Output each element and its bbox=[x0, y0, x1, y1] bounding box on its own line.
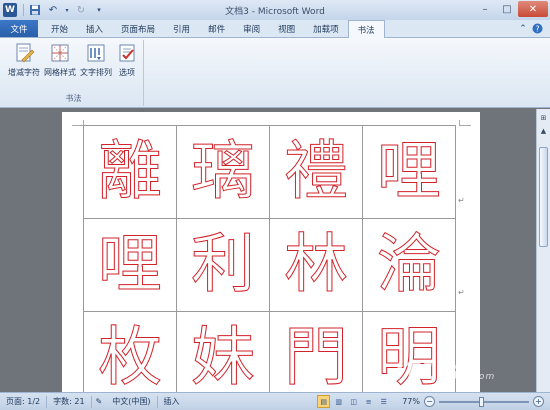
calligraphy-char: 林 bbox=[284, 228, 349, 302]
grid-cell[interactable]: 林 bbox=[269, 218, 363, 312]
full-screen-reading-icon[interactable]: ▥ bbox=[332, 395, 345, 408]
tab-calligraphy[interactable]: 书法 bbox=[347, 20, 385, 38]
paragraph-mark-icon: ↵ bbox=[458, 288, 465, 297]
ribbon: 增减字符 网格样式 文字排列 选项 书法 bbox=[0, 38, 550, 108]
word-app-icon[interactable]: W bbox=[2, 2, 18, 18]
grid-cell[interactable]: 哩 bbox=[362, 125, 456, 219]
title-bar: W ↶ ▾ ↻ ▾ 文档3 - Microsoft Word – □ ✕ bbox=[0, 0, 550, 20]
grid-cell[interactable]: 妹 bbox=[176, 311, 270, 392]
options-label: 选项 bbox=[119, 68, 135, 77]
calligraphy-grid: 離 璃 禮 哩 哩 利 林 淪 枚 妹 門 明 bbox=[83, 125, 456, 392]
watermark-text: IT168 bbox=[395, 360, 470, 385]
page-count[interactable]: 页面: 1/2 bbox=[0, 396, 46, 407]
options-button[interactable]: 选项 bbox=[114, 40, 140, 80]
svg-text:?: ? bbox=[535, 24, 539, 33]
text-arrange-label: 文字排列 bbox=[80, 68, 112, 77]
document-page[interactable]: 離 璃 禮 哩 哩 利 林 淪 枚 妹 門 明 ↵ ↵ bbox=[62, 112, 480, 392]
zoom-slider-knob[interactable] bbox=[479, 396, 484, 407]
grid-cell[interactable]: 利 bbox=[176, 218, 270, 312]
calligraphy-char: 淪 bbox=[377, 228, 442, 302]
undo-dropdown-icon[interactable]: ▾ bbox=[63, 2, 71, 18]
grid-cell[interactable]: 淪 bbox=[362, 218, 456, 312]
calligraphy-char: 禮 bbox=[284, 135, 349, 209]
calligraphy-char: 離 bbox=[98, 135, 163, 209]
tab-page-layout[interactable]: 页面布局 bbox=[112, 20, 164, 37]
tab-home[interactable]: 开始 bbox=[42, 20, 77, 37]
save-icon[interactable] bbox=[27, 2, 43, 18]
tab-view[interactable]: 视图 bbox=[269, 20, 304, 37]
grid-cell[interactable]: 璃 bbox=[176, 125, 270, 219]
draft-icon[interactable]: ☰ bbox=[377, 395, 390, 408]
calligraphy-char: 哩 bbox=[98, 228, 163, 302]
status-bar: 页面: 1/2 字数: 21 ✎ 中文(中国) 插入 ▤ ▥ ◫ ≡ ☰ 77%… bbox=[0, 392, 550, 410]
grid-style-icon bbox=[51, 44, 69, 62]
zoom-slider[interactable] bbox=[439, 396, 529, 407]
vertical-scrollbar[interactable]: ⊞ ▲ bbox=[536, 109, 550, 392]
help-icon[interactable]: ? bbox=[530, 22, 544, 36]
redo-icon[interactable]: ↻ bbox=[73, 2, 89, 18]
add-remove-chars-icon bbox=[16, 43, 35, 63]
scrollbar-thumb[interactable] bbox=[539, 147, 548, 247]
web-layout-icon[interactable]: ◫ bbox=[347, 395, 360, 408]
tab-add-ins[interactable]: 加载项 bbox=[304, 20, 348, 37]
word-count[interactable]: 字数: 21 bbox=[47, 396, 90, 407]
scroll-up-icon[interactable]: ▲ bbox=[537, 124, 550, 137]
tab-references[interactable]: 引用 bbox=[164, 20, 199, 37]
view-and-zoom: ▤ ▥ ◫ ≡ ☰ 77% − + bbox=[317, 395, 550, 408]
customize-qat-icon[interactable]: ▾ bbox=[91, 2, 107, 18]
maximize-button[interactable]: □ bbox=[496, 1, 518, 17]
ribbon-tab-bar: 文件 开始 插入 页面布局 引用 邮件 审阅 视图 加载项 书法 ⌃ ? bbox=[0, 20, 550, 38]
text-arrange-button[interactable]: 文字排列 bbox=[78, 40, 114, 80]
grid-cell[interactable]: 枚 bbox=[83, 311, 177, 392]
outline-icon[interactable]: ≡ bbox=[362, 395, 375, 408]
calligraphy-char: 門 bbox=[284, 321, 349, 392]
calligraphy-char: 璃 bbox=[191, 135, 256, 209]
language-indicator[interactable]: 中文(中国) bbox=[106, 396, 156, 407]
calligraphy-char: 枚 bbox=[98, 321, 163, 392]
zoom-out-button[interactable]: − bbox=[424, 396, 435, 407]
ruler-toggle-icon[interactable]: ⊞ bbox=[537, 111, 550, 124]
grid-row: 哩 利 林 淪 bbox=[83, 218, 456, 312]
ribbon-group-calligraphy: 增减字符 网格样式 文字排列 选项 书法 bbox=[4, 40, 144, 106]
insert-mode[interactable]: 插入 bbox=[158, 396, 186, 407]
undo-icon[interactable]: ↶ bbox=[45, 2, 61, 18]
ribbon-group-label: 书法 bbox=[65, 94, 82, 103]
print-layout-icon[interactable]: ▤ bbox=[317, 395, 331, 408]
grid-style-label: 网格样式 bbox=[44, 68, 76, 77]
window-controls: – □ ✕ bbox=[474, 1, 548, 17]
proofing-icon[interactable]: ✎ bbox=[92, 397, 107, 406]
grid-cell[interactable]: 離 bbox=[83, 125, 177, 219]
grid-cell[interactable]: 門 bbox=[269, 311, 363, 392]
options-icon bbox=[119, 44, 135, 62]
paragraph-mark-icon: ↵ bbox=[458, 196, 465, 205]
close-button[interactable]: ✕ bbox=[518, 1, 548, 17]
site-watermark: IT168.com bbox=[395, 360, 495, 385]
tab-bar-right: ⌃ ? bbox=[516, 20, 550, 37]
quick-access-toolbar: W ↶ ▾ ↻ ▾ bbox=[0, 0, 109, 20]
zoom-in-button[interactable]: + bbox=[533, 396, 544, 407]
tab-mailings[interactable]: 邮件 bbox=[199, 20, 234, 37]
calligraphy-char: 哩 bbox=[377, 135, 442, 209]
grid-row: 離 璃 禮 哩 bbox=[83, 125, 456, 219]
text-arrange-icon bbox=[87, 44, 105, 62]
add-remove-chars-label: 增减字符 bbox=[8, 68, 40, 77]
calligraphy-char: 利 bbox=[191, 228, 256, 302]
zoom-level[interactable]: 77% bbox=[398, 397, 424, 406]
grid-cell[interactable]: 禮 bbox=[269, 125, 363, 219]
document-area: 離 璃 禮 哩 哩 利 林 淪 枚 妹 門 明 ↵ ↵ bbox=[0, 109, 536, 392]
crop-mark-right bbox=[459, 120, 471, 126]
tab-file[interactable]: 文件 bbox=[0, 20, 38, 37]
minimize-ribbon-icon[interactable]: ⌃ bbox=[516, 22, 530, 36]
watermark-suffix: .com bbox=[469, 372, 496, 382]
zoom-control: 77% − + bbox=[398, 396, 550, 407]
grid-cell[interactable]: 哩 bbox=[83, 218, 177, 312]
qat-separator bbox=[23, 4, 24, 16]
add-remove-chars-button[interactable]: 增减字符 bbox=[6, 40, 42, 80]
grid-style-button[interactable]: 网格样式 bbox=[42, 40, 78, 80]
tab-review[interactable]: 审阅 bbox=[234, 20, 269, 37]
minimize-button[interactable]: – bbox=[474, 1, 496, 17]
calligraphy-char: 妹 bbox=[191, 321, 256, 392]
tab-insert[interactable]: 插入 bbox=[77, 20, 112, 37]
